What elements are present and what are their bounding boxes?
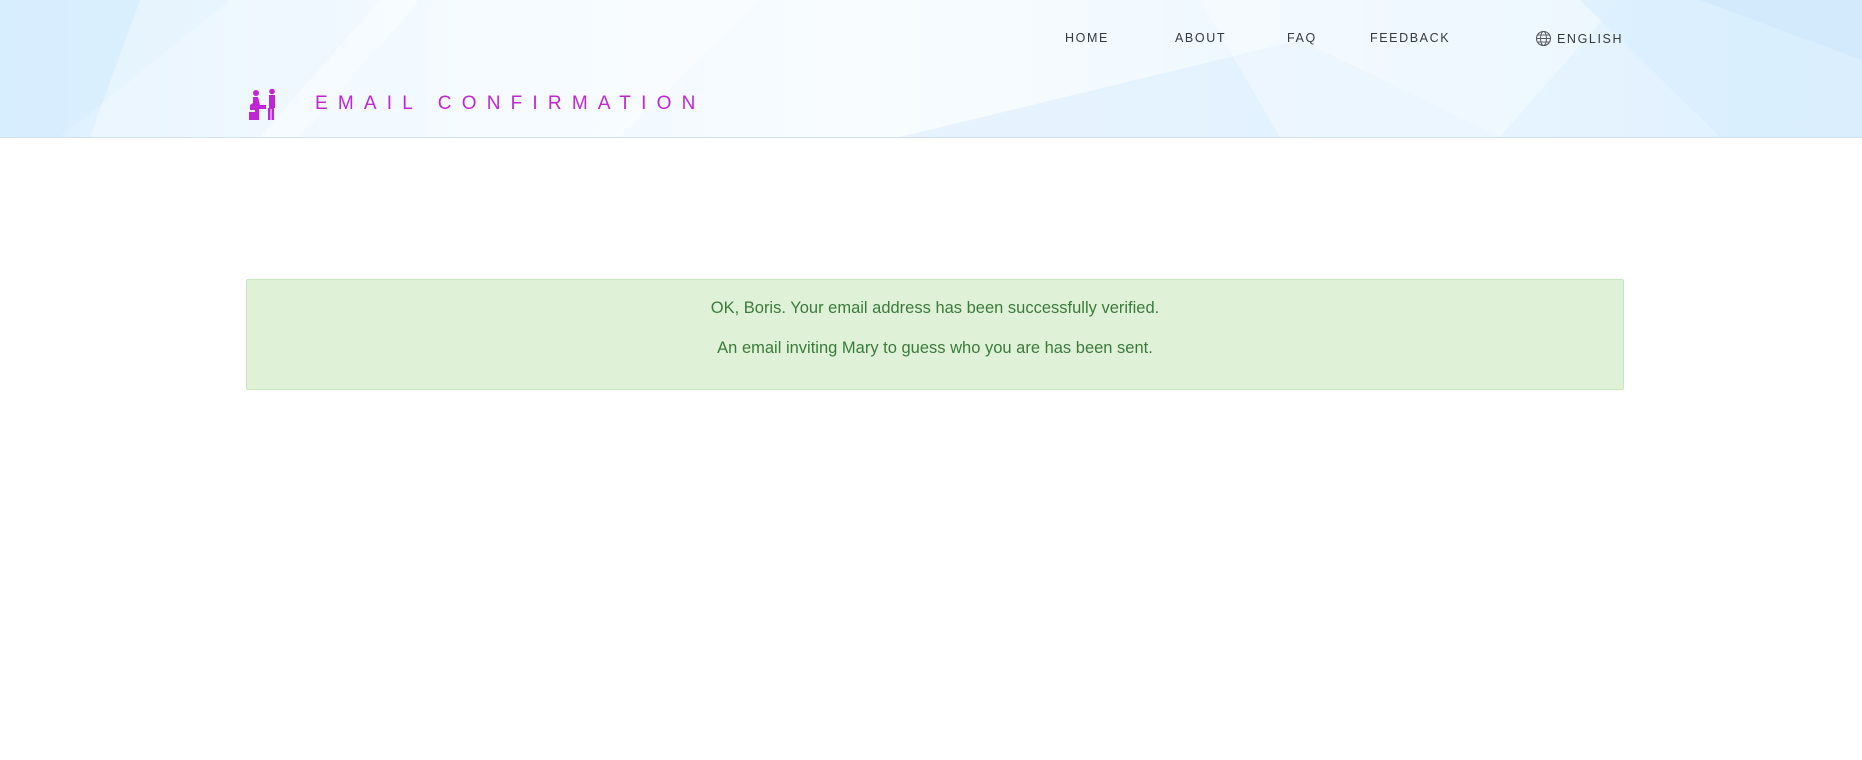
page-title: EMAIL CONFIRMATION [315,93,706,114]
nav-about[interactable]: ABOUT [1175,31,1226,45]
couple-logo-icon[interactable] [246,88,278,121]
nav-home[interactable]: HOME [1065,31,1109,45]
language-label: ENGLISH [1557,31,1624,46]
alert-message-invite-sent: An email inviting Mary to guess who you … [717,339,1153,357]
site-header: HOME ABOUT FAQ FEEDBACK ENGLISH EMAIL CO… [0,0,1862,138]
language-selector[interactable]: ENGLISH [1535,30,1623,47]
nav-feedback[interactable]: FEEDBACK [1370,31,1450,45]
nav-faq[interactable]: FAQ [1287,31,1317,45]
alert-message-verified: OK, Boris. Your email address has been s… [710,299,1160,317]
globe-icon [1535,30,1552,47]
success-alert: OK, Boris. Your email address has been s… [246,279,1624,390]
header-background [0,0,1862,137]
main-nav: HOME ABOUT FAQ FEEDBACK ENGLISH [0,30,1862,49]
